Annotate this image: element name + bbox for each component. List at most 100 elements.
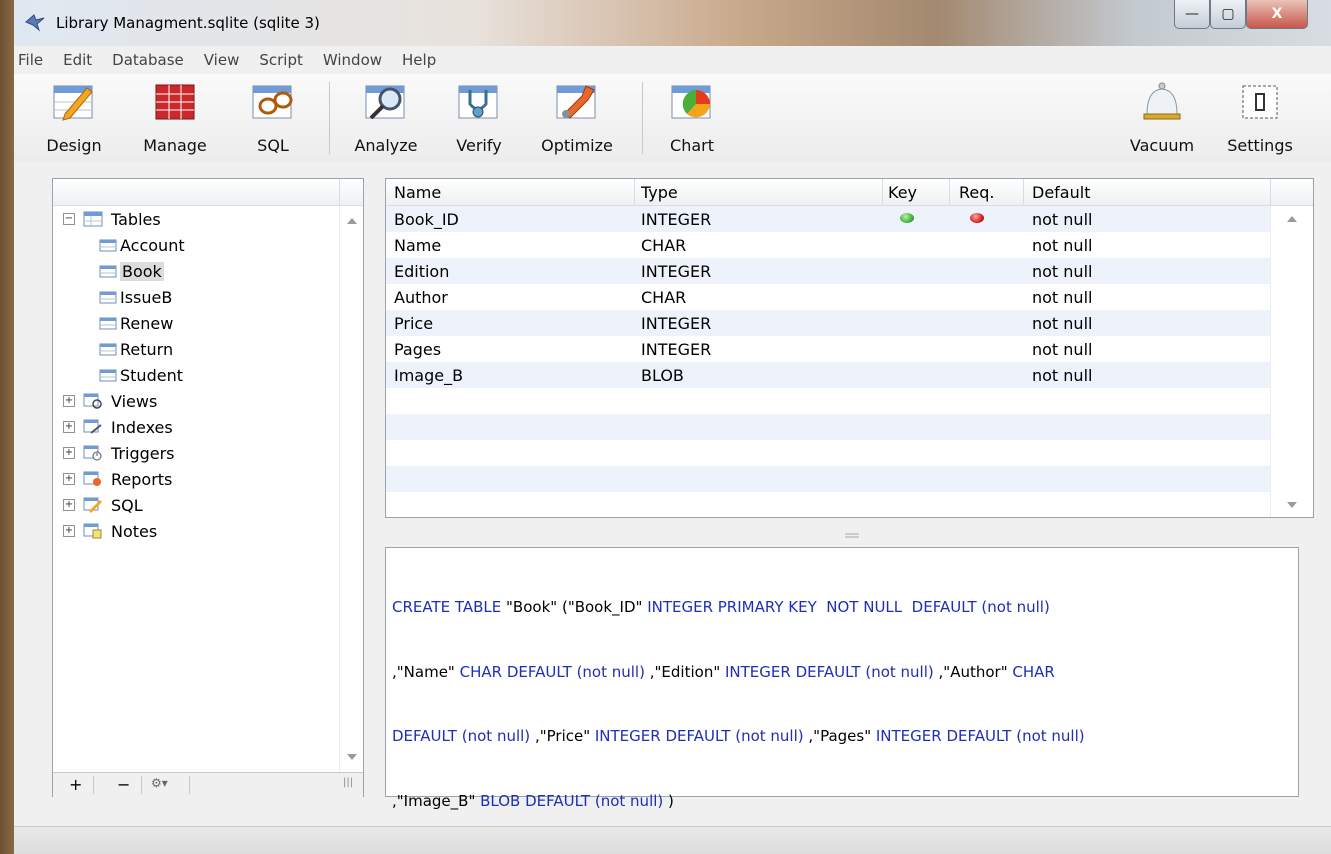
tree-node-notes[interactable]: + Notes (63, 518, 157, 544)
tables-label: Tables (111, 209, 161, 229)
splitter-handle-icon[interactable] (844, 528, 860, 542)
col-req-header[interactable]: Req. (959, 183, 994, 202)
menu-script[interactable]: Script (259, 51, 303, 69)
expand-icon[interactable]: + (63, 525, 75, 537)
toolbar: Design Manage SQL Analyze Verify Optimiz… (14, 74, 1331, 163)
manage-button[interactable]: Manage (140, 76, 210, 160)
schema-tree[interactable]: − Tables Account Book IssueB Renew Retur… (52, 178, 364, 797)
minimize-icon: — (1185, 6, 1199, 22)
field-default: not null (1032, 288, 1093, 307)
reports-icon (83, 471, 101, 486)
close-button[interactable]: X (1246, 0, 1308, 29)
menu-help[interactable]: Help (402, 51, 436, 69)
empty-row[interactable] (386, 466, 1270, 492)
col-name-header[interactable]: Name (394, 183, 441, 202)
stethoscope-icon (458, 85, 498, 119)
scroll-down-icon (1287, 502, 1297, 508)
sql-label: SQL (257, 136, 289, 155)
col-default-header[interactable]: Default (1032, 183, 1090, 202)
verify-label: Verify (456, 136, 502, 155)
field-type: CHAR (641, 288, 687, 307)
resize-grip-icon[interactable]: ||| (343, 777, 353, 788)
group-label: Notes (111, 521, 158, 541)
tree-table-account[interactable]: Account (99, 232, 185, 258)
grid-scrollbar[interactable] (1270, 206, 1314, 517)
design-button[interactable]: Design (44, 76, 104, 160)
window-title: Library Managment.sqlite (sqlite 3) (56, 14, 320, 32)
tree-node-reports[interactable]: + Reports (63, 466, 172, 492)
tree-node-indexes[interactable]: + Indexes (63, 414, 173, 440)
collapse-icon[interactable]: − (63, 213, 75, 225)
empty-row[interactable] (386, 414, 1270, 440)
status-bar (14, 826, 1331, 854)
empty-row[interactable] (386, 388, 1270, 414)
gear-icon[interactable]: ⚙▾ (151, 776, 168, 790)
sql-button[interactable]: SQL (248, 76, 298, 160)
tree-node-triggers[interactable]: + Triggers (63, 440, 175, 466)
tree-node-tables[interactable]: − Tables (63, 206, 161, 232)
tree-header (53, 179, 363, 206)
app-window: Library Managment.sqlite (sqlite 3) — ▢ … (0, 0, 1331, 854)
tree-table-return[interactable]: Return (99, 336, 173, 362)
footer-divider (189, 776, 190, 794)
field-name: Name (394, 236, 442, 255)
field-default: not null (1032, 314, 1093, 333)
create-statement: CREATE TABLE "Book" ("Book_ID" INTEGER P… (392, 554, 1290, 854)
optimize-button[interactable]: Optimize (532, 76, 622, 160)
tree-table-issueb[interactable]: IssueB (99, 284, 172, 310)
chart-button[interactable]: Chart (664, 76, 720, 160)
field-name: Image_B (394, 366, 464, 385)
table-row[interactable]: Edition INTEGER not null (386, 258, 1270, 284)
analyze-button[interactable]: Analyze (346, 76, 426, 160)
table-row[interactable]: Author CHAR not null (386, 284, 1270, 310)
table-label: Account (120, 235, 185, 255)
col-key-header[interactable]: Key (888, 183, 917, 202)
chart-label: Chart (670, 136, 714, 155)
field-default: not null (1032, 340, 1093, 359)
sql-line: ,"Image_B" BLOB DEFAULT (not null) ) (392, 791, 674, 810)
settings-button[interactable]: Settings (1222, 76, 1298, 160)
group-label: Reports (111, 469, 173, 489)
scroll-up-icon (1287, 216, 1297, 222)
tree-table-renew[interactable]: Renew (99, 310, 173, 336)
field-name: Edition (394, 262, 450, 281)
expand-icon[interactable]: + (63, 421, 75, 433)
expand-icon[interactable]: + (63, 395, 75, 407)
verify-button[interactable]: Verify (446, 76, 512, 160)
col-type-header[interactable]: Type (641, 183, 678, 202)
expand-icon[interactable]: + (63, 499, 75, 511)
required-indicator-icon (970, 213, 984, 223)
menu-database[interactable]: Database (112, 51, 184, 69)
empty-row[interactable] (386, 440, 1270, 466)
vacuum-button[interactable]: Vacuum (1122, 76, 1202, 160)
table-row[interactable]: Name CHAR not null (386, 232, 1270, 258)
table-row[interactable]: Book_ID INTEGER not null (386, 206, 1270, 232)
table-icon (99, 317, 117, 329)
field-default: not null (1032, 262, 1093, 281)
add-button[interactable]: + (69, 775, 82, 794)
header-divider (882, 179, 883, 205)
sql-preview[interactable]: CREATE TABLE "Book" ("Book_ID" INTEGER P… (385, 547, 1299, 810)
settings-icon (1242, 85, 1278, 119)
tree-node-sql[interactable]: + SQL (63, 492, 143, 518)
fields-grid[interactable]: Name Type Key Req. Default Book_ID INTEG… (385, 178, 1314, 518)
menu-edit[interactable]: Edit (63, 51, 92, 69)
menu-view[interactable]: View (204, 51, 240, 69)
tree-table-student[interactable]: Student (99, 362, 183, 388)
footer-divider (141, 776, 142, 794)
menu-window[interactable]: Window (323, 51, 382, 69)
empty-row[interactable] (386, 492, 1270, 516)
remove-button[interactable]: − (117, 775, 130, 794)
tree-header-divider (339, 179, 340, 205)
maximize-button[interactable]: ▢ (1210, 0, 1246, 29)
expand-icon[interactable]: + (63, 473, 75, 485)
menu-file[interactable]: File (18, 51, 43, 69)
tree-table-book[interactable]: Book (99, 258, 164, 284)
table-row[interactable]: Pages INTEGER not null (386, 336, 1270, 362)
expand-icon[interactable]: + (63, 447, 75, 459)
table-row[interactable]: Price INTEGER not null (386, 310, 1270, 336)
tree-node-views[interactable]: + Views (63, 388, 157, 414)
tree-scrollbar[interactable] (339, 206, 364, 772)
table-row[interactable]: Image_B BLOB not null (386, 362, 1270, 388)
minimize-button[interactable]: — (1174, 0, 1210, 29)
